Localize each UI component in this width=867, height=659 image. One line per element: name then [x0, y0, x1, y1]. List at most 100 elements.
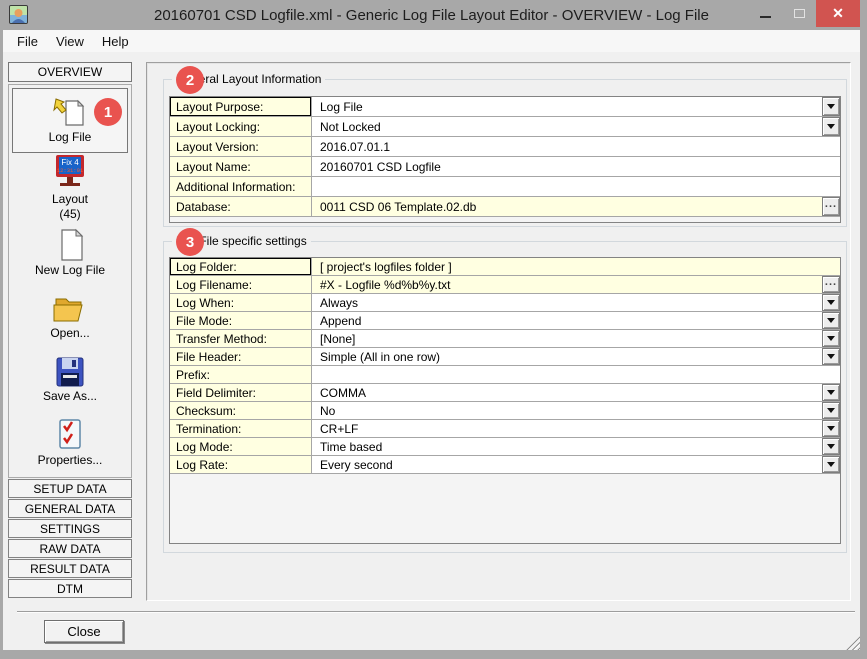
chevron-down-icon [827, 390, 835, 395]
open-folder-icon [50, 293, 90, 325]
sidebar-item-general-data[interactable]: GENERAL DATA [8, 499, 132, 518]
sidebar-item-log-file[interactable]: Log File 1 [12, 88, 128, 153]
svg-text:Fix 4: Fix 4 [61, 158, 79, 167]
table-filler [170, 217, 840, 222]
field-value[interactable] [312, 366, 840, 383]
field-row: Database:0011 CSD 06 Template.02.db... [170, 197, 840, 217]
field-row: Layout Purpose:Log File [170, 97, 840, 117]
minimize-icon [760, 16, 771, 18]
new-document-icon [52, 228, 88, 262]
dropdown-button[interactable] [822, 420, 840, 437]
maximize-icon [794, 9, 805, 18]
sidebar-item-properties[interactable]: Properties... [12, 411, 128, 474]
save-floppy-icon [53, 356, 87, 388]
close-button[interactable]: Close [44, 620, 124, 643]
field-value[interactable]: [None] [312, 330, 822, 347]
tool-label: Log File [49, 131, 92, 144]
minimize-button[interactable] [748, 0, 782, 27]
field-label: Checksum: [170, 402, 312, 419]
client-area: OVERVIEW Log File 1 Fix 4 [3, 52, 860, 650]
menu-help[interactable]: Help [93, 34, 138, 49]
field-value[interactable]: 0011 CSD 06 Template.02.db [312, 197, 822, 216]
field-value[interactable]: #X - Logfile %d%b%y.txt [312, 276, 822, 293]
sidebar-tool-panel: Log File 1 Fix 4 12:31:01 Layout (45) [8, 84, 132, 478]
sidebar-item-result-data[interactable]: RESULT DATA [8, 559, 132, 578]
field-value[interactable]: CR+LF [312, 420, 822, 437]
tool-label: Layout [52, 193, 88, 206]
field-value[interactable]: COMMA [312, 384, 822, 401]
table-filler [170, 474, 840, 543]
dropdown-button[interactable] [822, 348, 840, 365]
step-badge-2: 2 [176, 66, 204, 94]
main-panel: General Layout Information 2 Layout Purp… [146, 62, 851, 601]
field-value[interactable] [312, 177, 840, 196]
field-value[interactable]: Log File [312, 97, 822, 116]
browse-button[interactable]: ... [822, 276, 840, 293]
field-value[interactable]: 20160701 CSD Logfile [312, 157, 840, 176]
title-bar: 20160701 CSD Logfile.xml - Generic Log F… [3, 0, 860, 30]
dropdown-button[interactable] [822, 312, 840, 329]
field-value[interactable]: Append [312, 312, 822, 329]
sidebar-item-setup-data[interactable]: SETUP DATA [8, 479, 132, 498]
field-label: Transfer Method: [170, 330, 312, 347]
field-value[interactable]: Always [312, 294, 822, 311]
field-value[interactable]: Every second [312, 456, 822, 473]
resize-grip[interactable] [846, 636, 860, 650]
sidebar-item-settings[interactable]: SETTINGS [8, 519, 132, 538]
sidebar-item-new-log-file[interactable]: New Log File [12, 221, 128, 284]
field-value[interactable]: 2016.07.01.1 [312, 137, 840, 156]
sidebar-item-raw-data[interactable]: RAW DATA [8, 539, 132, 558]
menu-bar: File View Help [3, 30, 860, 52]
chevron-down-icon [827, 318, 835, 323]
sidebar-item-dtm[interactable]: DTM [8, 579, 132, 598]
field-value[interactable]: Simple (All in one row) [312, 348, 822, 365]
field-label: Layout Locking: [170, 117, 312, 136]
dropdown-button[interactable] [822, 384, 840, 401]
field-label: Additional Information: [170, 177, 312, 196]
chevron-down-icon [827, 104, 835, 109]
field-label: Log When: [170, 294, 312, 311]
dropdown-button[interactable] [822, 97, 840, 116]
sidebar-item-open[interactable]: Open... [12, 284, 128, 347]
field-label: Termination: [170, 420, 312, 437]
sidebar-item-layout[interactable]: Fix 4 12:31:01 Layout (45) [12, 153, 128, 221]
tool-label: Open... [50, 327, 89, 340]
window-title: 20160701 CSD Logfile.xml - Generic Log F… [3, 7, 860, 24]
step-badge-1: 1 [94, 98, 122, 126]
field-label: File Mode: [170, 312, 312, 329]
dropdown-button[interactable] [822, 330, 840, 347]
svg-text:12:31:01: 12:31:01 [57, 167, 84, 174]
dropdown-button[interactable] [822, 402, 840, 419]
field-label: Log Mode: [170, 438, 312, 455]
close-window-button[interactable]: ✕ [816, 0, 860, 27]
chevron-down-icon [827, 336, 835, 341]
field-row: Layout Version:2016.07.01.1 [170, 137, 840, 157]
field-label: Layout Name: [170, 157, 312, 176]
tool-label-count: (45) [59, 208, 80, 221]
field-value[interactable]: No [312, 402, 822, 419]
maximize-button[interactable] [782, 0, 816, 27]
field-row: Layout Name:20160701 CSD Logfile [170, 157, 840, 177]
logfile-settings-groupbox: Log File specific settings 3 Log Folder:… [163, 241, 847, 553]
field-row: Transfer Method:[None] [170, 330, 840, 348]
chevron-down-icon [827, 426, 835, 431]
overview-button[interactable]: OVERVIEW [8, 62, 132, 82]
sidebar: OVERVIEW Log File 1 Fix 4 [8, 62, 132, 598]
general-layout-table: Layout Purpose:Log FileLayout Locking:No… [169, 96, 841, 223]
field-row: File Header:Simple (All in one row) [170, 348, 840, 366]
field-row: Field Delimiter:COMMA [170, 384, 840, 402]
field-value[interactable]: Not Locked [312, 117, 822, 136]
browse-button[interactable]: ... [822, 197, 840, 216]
dropdown-button[interactable] [822, 117, 840, 136]
tool-label: Save As... [43, 390, 97, 403]
field-label: File Header: [170, 348, 312, 365]
menu-file[interactable]: File [8, 34, 47, 49]
sidebar-item-save-as[interactable]: Save As... [12, 348, 128, 411]
field-value[interactable]: Time based [312, 438, 822, 455]
menu-view[interactable]: View [47, 34, 93, 49]
dropdown-button[interactable] [822, 294, 840, 311]
layout-monitor-icon: Fix 4 12:31:01 [50, 153, 90, 191]
dropdown-button[interactable] [822, 456, 840, 473]
dropdown-button[interactable] [822, 438, 840, 455]
field-value[interactable]: [ project's logfiles folder ] [312, 258, 840, 275]
